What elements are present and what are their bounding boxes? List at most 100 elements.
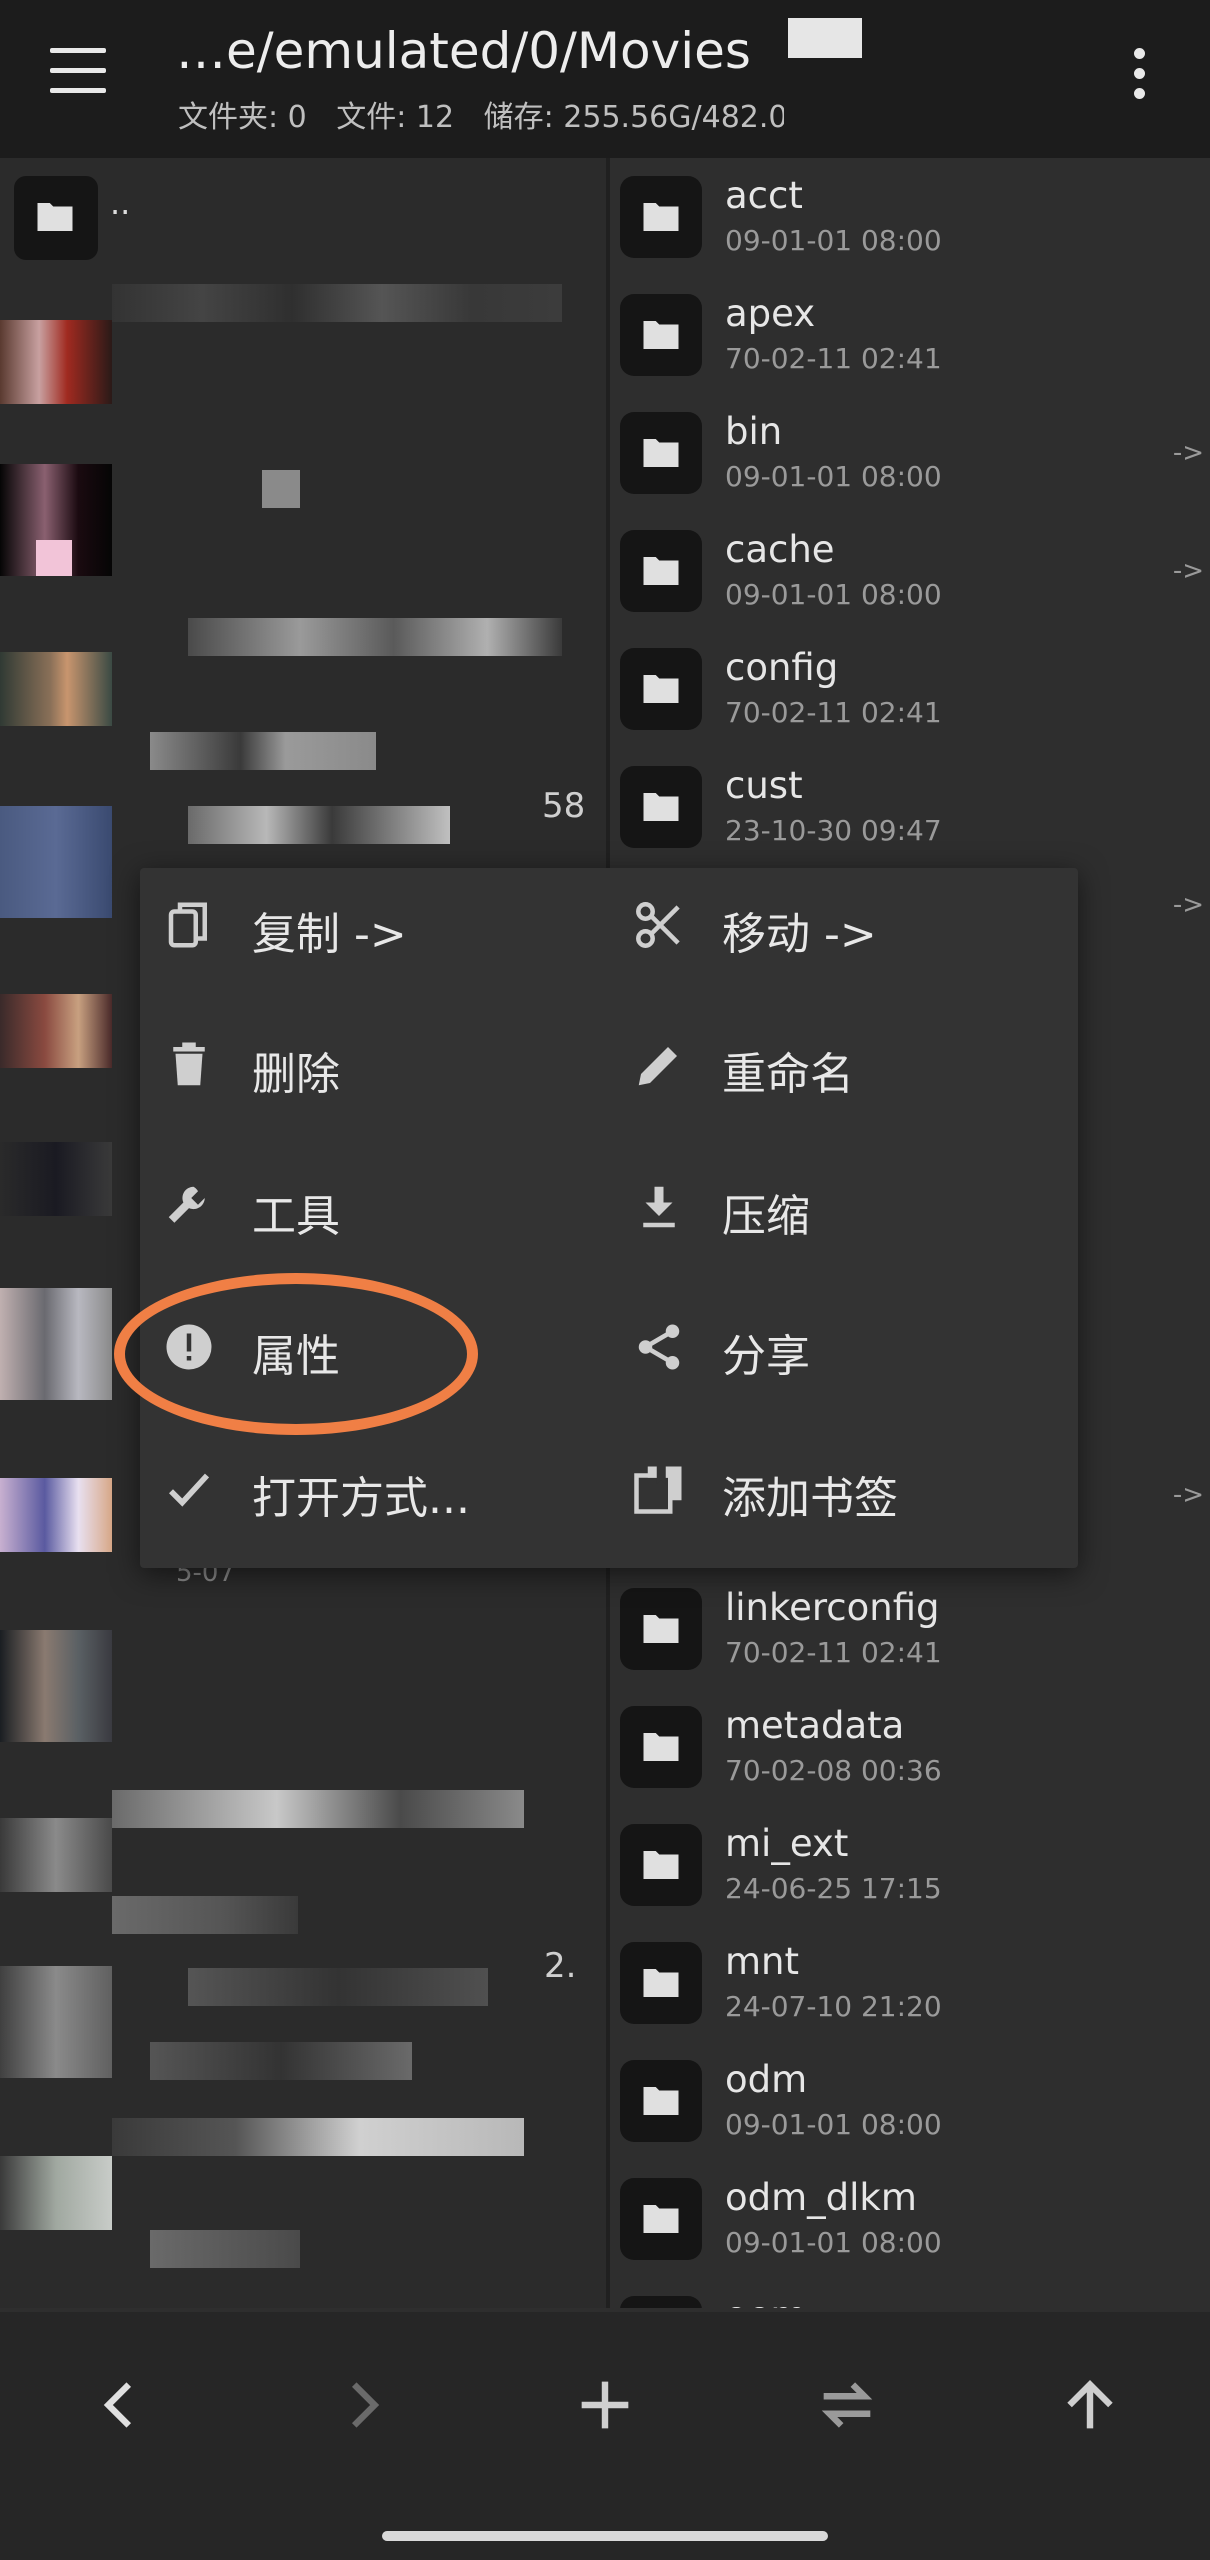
file-date: 70-02-08 00:36 bbox=[725, 1754, 942, 1787]
file-name: linkerconfig bbox=[725, 1586, 940, 1629]
folder-icon bbox=[620, 766, 702, 848]
file-date: 09-01-01 08:00 bbox=[725, 460, 942, 493]
copy-icon bbox=[168, 902, 207, 948]
menu-item-label: 打开方式... bbox=[252, 1473, 470, 1524]
file-name: acct bbox=[725, 174, 803, 217]
file-row[interactable]: apex 70-02-11 02:41 bbox=[620, 284, 1210, 402]
file-name: apex bbox=[725, 292, 816, 335]
file-name: config bbox=[725, 646, 839, 689]
folder-icon bbox=[620, 1942, 702, 2024]
add-bookmark-menu-item[interactable]: 添加书签 bbox=[610, 1432, 1070, 1542]
file-row[interactable]: mnt 24-07-10 21:20 bbox=[620, 1932, 1210, 2050]
storage-usage: 储存: 255.56G/482.0 bbox=[483, 100, 784, 135]
folder-icon bbox=[620, 1824, 702, 1906]
menu-item-label: 工具 bbox=[252, 1191, 340, 1242]
file-row[interactable]: acct 09-01-01 08:00 bbox=[620, 166, 1210, 284]
file-name: metadata bbox=[725, 1704, 905, 1747]
file-name: odm_dlkm bbox=[725, 2176, 917, 2219]
share-menu-item[interactable]: 分享 bbox=[610, 1290, 1070, 1400]
swap-icon[interactable] bbox=[812, 2370, 882, 2440]
file-row[interactable]: oem bbox=[620, 2286, 1210, 2308]
share-icon bbox=[638, 1324, 680, 1370]
file-date: 09-01-01 08:00 bbox=[725, 224, 942, 257]
folder-icon bbox=[620, 2296, 702, 2308]
menu-item-label: 删除 bbox=[252, 1049, 340, 1100]
parent-directory-label: .. bbox=[110, 184, 131, 222]
symlink-arrow: -> bbox=[1172, 438, 1204, 468]
file-date: 23-10-30 09:47 bbox=[725, 814, 942, 847]
file-row[interactable]: cache 09-01-01 08:00 -> bbox=[620, 520, 1210, 638]
file-name: cust bbox=[725, 764, 803, 807]
delete-menu-item[interactable]: 删除 bbox=[140, 1008, 600, 1118]
symlink-arrow: -> bbox=[1172, 1480, 1204, 1510]
folder-icon bbox=[620, 1588, 702, 1670]
file-date: 70-02-11 02:41 bbox=[725, 696, 942, 729]
storage-stats: 文件夹: 0 文件: 12 储存: 255.56G/482.0 bbox=[178, 92, 784, 136]
home-indicator[interactable] bbox=[382, 2531, 828, 2541]
file-row[interactable]: bin 09-01-01 08:00 -> bbox=[620, 402, 1210, 520]
menu-item-label: 复制 -> bbox=[252, 909, 407, 960]
file-date: 09-01-01 08:00 bbox=[725, 578, 942, 611]
folder-icon bbox=[620, 1706, 702, 1788]
file-name: cache bbox=[725, 528, 835, 571]
app-bar: …e/emulated/0/Movies 文件夹: 0 文件: 12 储存: 2… bbox=[0, 0, 1210, 158]
folder-icon bbox=[620, 530, 702, 612]
plus-icon[interactable] bbox=[570, 2370, 640, 2440]
pencil-icon bbox=[638, 1047, 677, 1086]
folder-icon bbox=[620, 412, 702, 494]
symlink-arrow: -> bbox=[1172, 556, 1204, 586]
open-with-menu-item[interactable]: 打开方式... bbox=[140, 1432, 600, 1542]
path-title: …e/emulated/0/Movies bbox=[176, 22, 751, 80]
folder-icon bbox=[620, 294, 702, 376]
file-count: 文件: 12 bbox=[336, 100, 455, 135]
hamburger-menu-icon[interactable] bbox=[50, 48, 110, 98]
bottom-toolbar bbox=[0, 2312, 1210, 2560]
compress-menu-item[interactable]: 压缩 bbox=[610, 1150, 1070, 1260]
redacted-block bbox=[788, 18, 862, 58]
folder-icon bbox=[620, 2060, 702, 2142]
download-icon bbox=[643, 1186, 675, 1228]
file-row[interactable]: odm 09-01-01 08:00 bbox=[620, 2050, 1210, 2168]
file-row[interactable]: mi_ext 24-06-25 17:15 bbox=[620, 1814, 1210, 1932]
back-chevron-icon[interactable] bbox=[85, 2370, 155, 2440]
redacted-snippet: 58 bbox=[542, 786, 586, 826]
scissors-icon bbox=[636, 902, 680, 948]
folder-icon bbox=[620, 176, 702, 258]
folder-icon bbox=[620, 2178, 702, 2260]
file-date: 70-02-11 02:41 bbox=[725, 1636, 942, 1669]
file-row[interactable]: metadata 70-02-08 00:36 bbox=[620, 1696, 1210, 1814]
menu-item-label: 重命名 bbox=[722, 1049, 854, 1100]
file-name: bin bbox=[725, 410, 783, 453]
file-name: mnt bbox=[725, 1940, 799, 1983]
folder-icon bbox=[620, 648, 702, 730]
up-arrow-icon[interactable] bbox=[1055, 2370, 1125, 2440]
file-row[interactable]: cust 23-10-30 09:47 bbox=[620, 756, 1210, 874]
trash-icon bbox=[173, 1042, 205, 1086]
bookmark-icon bbox=[634, 1466, 682, 1514]
redacted-snippet: 2. bbox=[544, 1946, 577, 1986]
menu-item-label: 移动 -> bbox=[722, 909, 877, 960]
folder-count: 文件夹: 0 bbox=[178, 100, 307, 135]
file-row[interactable]: config 70-02-11 02:41 bbox=[620, 638, 1210, 756]
copy-menu-item[interactable]: 复制 -> bbox=[140, 868, 600, 978]
file-name: odm bbox=[725, 2058, 808, 2101]
folder-icon bbox=[14, 176, 98, 260]
file-name: oem bbox=[725, 2294, 806, 2308]
file-date: 09-01-01 08:00 bbox=[725, 2226, 942, 2259]
symlink-arrow: -> bbox=[1172, 890, 1204, 920]
file-date: 09-01-01 08:00 bbox=[725, 2108, 942, 2141]
tools-menu-item[interactable]: 工具 bbox=[140, 1150, 600, 1260]
wrench-icon bbox=[168, 1186, 205, 1223]
rename-menu-item[interactable]: 重命名 bbox=[610, 1008, 1070, 1118]
file-name: mi_ext bbox=[725, 1822, 849, 1865]
file-context-menu: 复制 -> 移动 -> 删除 重命名 工具 压缩 属性 分享 打开方式... 添… bbox=[140, 868, 1078, 1568]
file-row[interactable]: linkerconfig 70-02-11 02:41 bbox=[620, 1578, 1210, 1696]
file-date: 70-02-11 02:41 bbox=[725, 342, 942, 375]
more-vert-icon[interactable] bbox=[1130, 48, 1150, 100]
move-menu-item[interactable]: 移动 -> bbox=[610, 868, 1070, 978]
forward-chevron-icon[interactable] bbox=[328, 2370, 398, 2440]
menu-item-label: 分享 bbox=[722, 1331, 810, 1382]
menu-item-label: 添加书签 bbox=[722, 1473, 898, 1524]
parent-directory-row[interactable]: .. bbox=[14, 176, 314, 266]
file-row[interactable]: odm_dlkm 09-01-01 08:00 bbox=[620, 2168, 1210, 2286]
